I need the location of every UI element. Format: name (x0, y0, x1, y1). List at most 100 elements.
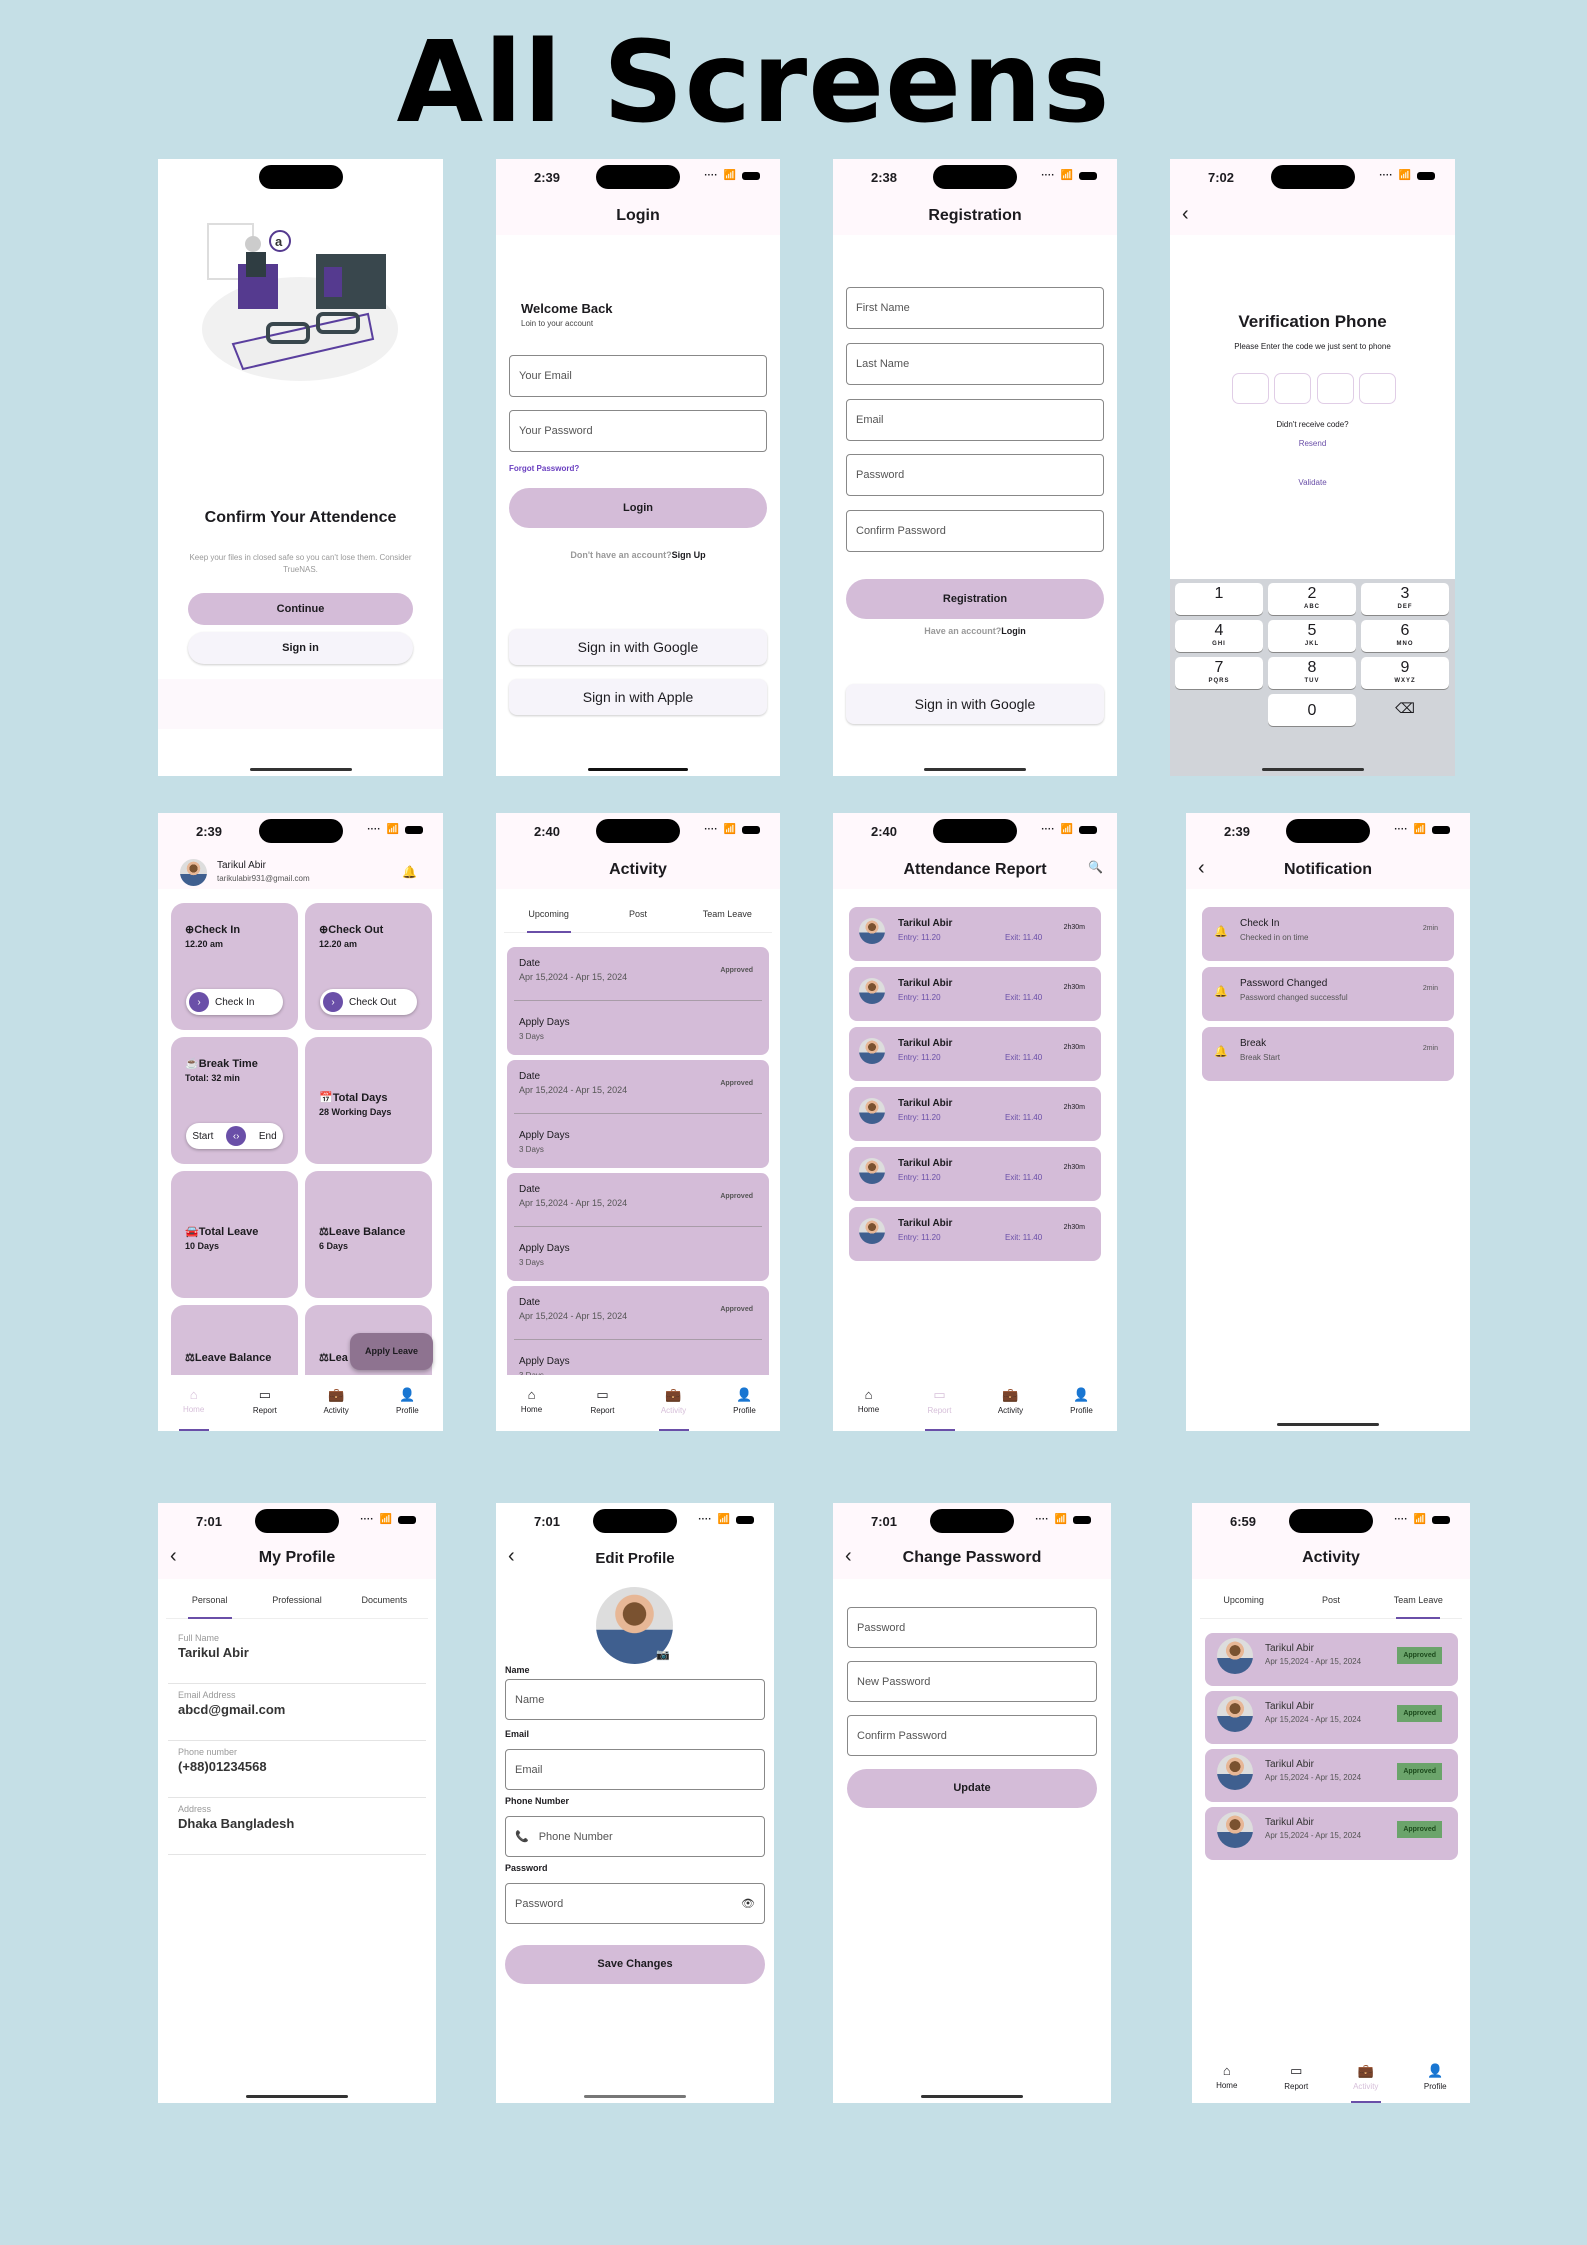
confirm-password-input[interactable]: Confirm Password (846, 510, 1104, 552)
signup-link[interactable]: Sign Up (672, 550, 706, 560)
key-1[interactable]: 1 (1175, 583, 1263, 615)
email-input[interactable]: Email (505, 1749, 765, 1790)
forgot-password-link[interactable]: Forgot Password? (509, 464, 579, 473)
tab-team-leave[interactable]: Team Leave (683, 903, 772, 932)
otp-digit-4[interactable] (1359, 373, 1396, 404)
validate-button[interactable]: Validate (1170, 478, 1455, 487)
attendance-row[interactable]: Tarikul Abir Entry: 11.20 Exit: 11.40 2h… (849, 907, 1101, 961)
bell-icon[interactable]: 🔔 (402, 865, 417, 879)
login-button[interactable]: Login (509, 488, 767, 528)
key-4[interactable]: 4 GHI (1175, 620, 1263, 652)
email-input[interactable]: Email (846, 399, 1104, 441)
team-leave-item[interactable]: Tarikul Abir Apr 15,2024 - Apr 15, 2024 … (1205, 1691, 1458, 1744)
search-icon[interactable]: 🔍 (1088, 860, 1103, 874)
otp-digit-2[interactable] (1274, 373, 1311, 404)
break-end[interactable]: End (259, 1131, 277, 1142)
nav-activity[interactable]: 💼 Activity (301, 1375, 372, 1431)
eye-icon[interactable]: 👁 (741, 1897, 755, 1910)
otp-digit-3[interactable] (1317, 373, 1354, 404)
tab-upcoming[interactable]: Upcoming (1200, 1589, 1287, 1618)
activity-card[interactable]: Date Apr 15,2024 - Apr 15, 2024 Approved… (507, 1060, 769, 1168)
otp-digit-1[interactable] (1232, 373, 1269, 404)
backspace-icon[interactable]: ⌫ (1361, 700, 1449, 717)
update-button[interactable]: Update (847, 1769, 1097, 1808)
continue-button[interactable]: Continue (188, 593, 413, 625)
last-name-input[interactable]: Last Name (846, 343, 1104, 385)
nav-profile[interactable]: 👤 Profile (1046, 1375, 1117, 1431)
key-9[interactable]: 9 WXYZ (1361, 657, 1449, 689)
new-password-input[interactable]: New Password (847, 1661, 1097, 1702)
back-icon[interactable]: ‹ (1198, 857, 1205, 880)
back-icon[interactable]: ‹ (845, 1545, 852, 1568)
resend-link[interactable]: Resend (1170, 439, 1455, 448)
break-toggle[interactable]: Start ‹› End (186, 1123, 283, 1149)
notification-item[interactable]: 🔔 Break Break Start 2min (1202, 1027, 1454, 1081)
key-6[interactable]: 6 MNO (1361, 620, 1449, 652)
sign-in-button[interactable]: Sign in (188, 632, 413, 664)
back-icon[interactable]: ‹ (170, 1545, 177, 1568)
break-start[interactable]: Start (192, 1131, 213, 1142)
tab-professional[interactable]: Professional (253, 1589, 340, 1618)
email-input[interactable]: Your Email (509, 355, 767, 397)
nav-home[interactable]: ⌂ Home (833, 1375, 904, 1431)
check-out-slider[interactable]: › Check Out (320, 989, 417, 1015)
nav-activity[interactable]: 💼 Activity (638, 1375, 709, 1431)
nav-report[interactable]: ▭ Report (1262, 2051, 1332, 2103)
nav-report[interactable]: ▭ Report (567, 1375, 638, 1431)
tab-post[interactable]: Post (1287, 1589, 1374, 1618)
nav-home[interactable]: ⌂ Home (158, 1375, 229, 1431)
exit-time: Exit: 11.40 (1005, 993, 1043, 1002)
password-input[interactable]: Password 👁 (505, 1883, 765, 1924)
avatar[interactable] (180, 859, 207, 886)
tab-documents[interactable]: Documents (341, 1589, 428, 1618)
google-signin-button[interactable]: Sign in with Google (509, 629, 767, 665)
password-input[interactable]: Password (846, 454, 1104, 496)
key-8[interactable]: 8 TUV (1268, 657, 1356, 689)
nav-profile[interactable]: 👤 Profile (1401, 2051, 1471, 2103)
tab-post[interactable]: Post (593, 903, 682, 932)
back-icon[interactable]: ‹ (1182, 203, 1189, 226)
key-5[interactable]: 5 JKL (1268, 620, 1356, 652)
registration-button[interactable]: Registration (846, 579, 1104, 619)
nav-home[interactable]: ⌂ Home (1192, 2051, 1262, 2103)
activity-card[interactable]: Date Apr 15,2024 - Apr 15, 2024 Approved… (507, 947, 769, 1055)
tab-personal[interactable]: Personal (166, 1589, 253, 1618)
activity-card[interactable]: Date Apr 15,2024 - Apr 15, 2024 Approved… (507, 1173, 769, 1281)
check-in-slider[interactable]: › Check In (186, 989, 283, 1015)
attendance-row[interactable]: Tarikul Abir Entry: 11.20 Exit: 11.40 2h… (849, 1027, 1101, 1081)
key-3[interactable]: 3 DEF (1361, 583, 1449, 615)
nav-activity[interactable]: 💼 Activity (1331, 2051, 1401, 2103)
phone-input[interactable]: 📞 Phone Number (505, 1816, 765, 1857)
login-link[interactable]: Login (1001, 626, 1026, 636)
nav-home[interactable]: ⌂ Home (496, 1375, 567, 1431)
key-2[interactable]: 2 ABC (1268, 583, 1356, 615)
nav-profile[interactable]: 👤 Profile (372, 1375, 443, 1431)
attendance-row[interactable]: Tarikul Abir Entry: 11.20 Exit: 11.40 2h… (849, 967, 1101, 1021)
confirm-password-input[interactable]: Confirm Password (847, 1715, 1097, 1756)
key-7[interactable]: 7 PQRS (1175, 657, 1263, 689)
team-leave-item[interactable]: Tarikul Abir Apr 15,2024 - Apr 15, 2024 … (1205, 1807, 1458, 1860)
notification-item[interactable]: 🔔 Password Changed Password changed succ… (1202, 967, 1454, 1021)
attendance-row[interactable]: Tarikul Abir Entry: 11.20 Exit: 11.40 2h… (849, 1087, 1101, 1141)
tab-upcoming[interactable]: Upcoming (504, 903, 593, 932)
attendance-row[interactable]: Tarikul Abir Entry: 11.20 Exit: 11.40 2h… (849, 1207, 1101, 1261)
save-changes-button[interactable]: Save Changes (505, 1945, 765, 1984)
password-input[interactable]: Your Password (509, 410, 767, 452)
nav-profile[interactable]: 👤 Profile (709, 1375, 780, 1431)
apply-leave-button[interactable]: Apply Leave (350, 1333, 433, 1370)
team-leave-item[interactable]: Tarikul Abir Apr 15,2024 - Apr 15, 2024 … (1205, 1749, 1458, 1802)
camera-icon[interactable]: 📷 (656, 1648, 670, 1661)
current-password-input[interactable]: Password (847, 1607, 1097, 1648)
first-name-input[interactable]: First Name (846, 287, 1104, 329)
attendance-row[interactable]: Tarikul Abir Entry: 11.20 Exit: 11.40 2h… (849, 1147, 1101, 1201)
name-input[interactable]: Name (505, 1679, 765, 1720)
nav-report[interactable]: ▭ Report (229, 1375, 300, 1431)
key-0[interactable]: 0 (1268, 694, 1356, 726)
nav-report[interactable]: ▭ Report (904, 1375, 975, 1431)
tab-team-leave[interactable]: Team Leave (1375, 1589, 1462, 1618)
apple-signin-button[interactable]: Sign in with Apple (509, 679, 767, 715)
nav-activity[interactable]: 💼 Activity (975, 1375, 1046, 1431)
google-signin-button[interactable]: Sign in with Google (846, 684, 1104, 724)
notification-item[interactable]: 🔔 Check In Checked in on time 2min (1202, 907, 1454, 961)
team-leave-item[interactable]: Tarikul Abir Apr 15,2024 - Apr 15, 2024 … (1205, 1633, 1458, 1686)
